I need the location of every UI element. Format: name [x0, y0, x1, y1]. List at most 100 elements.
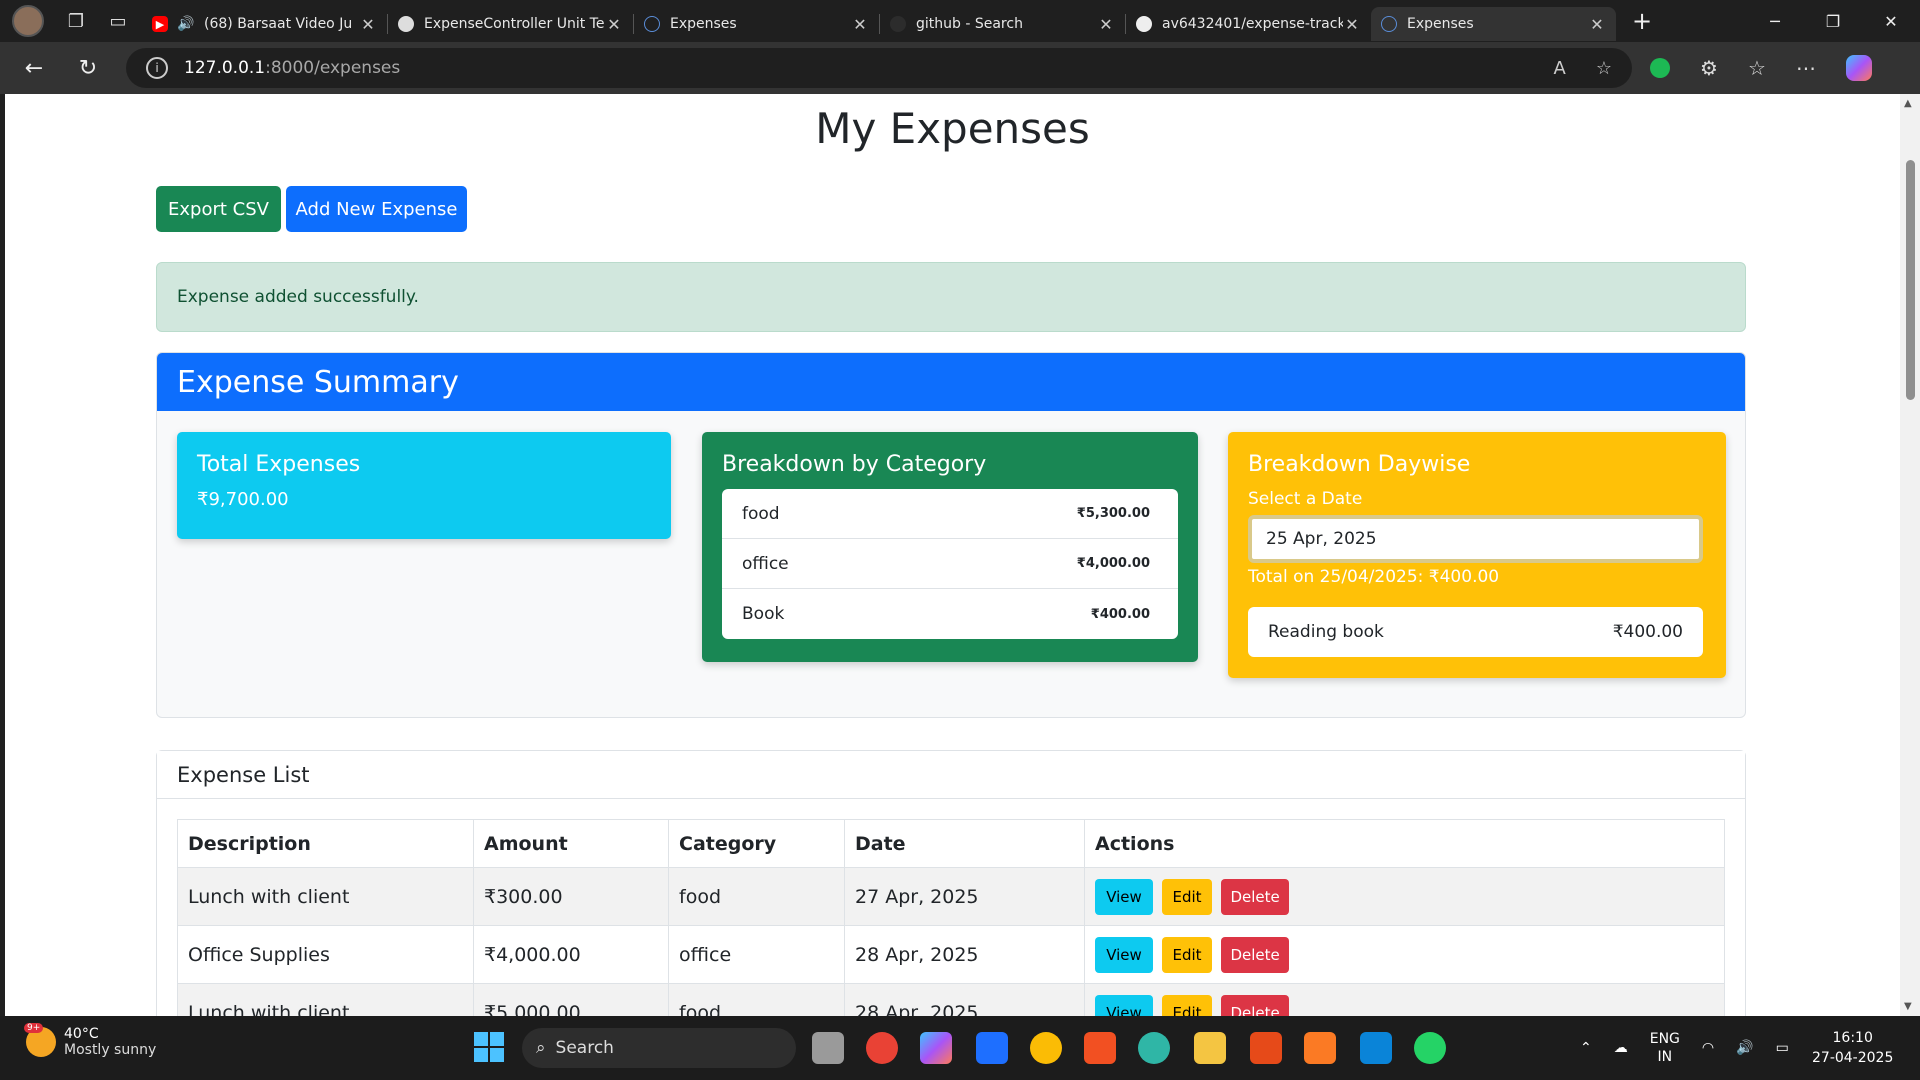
read-aloud-icon[interactable]: A — [1554, 58, 1566, 79]
favorites-icon[interactable]: ☆ — [1748, 56, 1766, 80]
success-alert: Expense added successfully. — [156, 262, 1746, 332]
scroll-up-icon[interactable]: ▲ — [1904, 98, 1912, 109]
view-button[interactable]: View — [1095, 936, 1153, 973]
minimize-icon[interactable]: ─ — [1746, 0, 1804, 42]
category-list: food ₹5,300.00 office ₹4,000.00 Book ₹40… — [722, 489, 1178, 639]
tab-youtube[interactable]: ▶ 🔊 (68) Barsaat Video Ju ✕ — [142, 7, 387, 41]
page-scrollbar[interactable]: ▲ ▼ — [1900, 94, 1920, 1016]
total-expenses-title: Total Expenses — [197, 452, 361, 477]
profile-avatar[interactable] — [12, 5, 44, 37]
wifi-icon[interactable]: ◠ — [1702, 1040, 1714, 1056]
taskbar-search[interactable]: ⌕ Search — [522, 1028, 796, 1068]
scroll-down-icon[interactable]: ▼ — [1904, 1001, 1912, 1012]
system-tray: ⌃ ☁ ENG IN ◠ 🔊 ▭ — [1580, 1016, 1789, 1080]
clock[interactable]: 16:10 27-04-2025 — [1812, 1028, 1893, 1068]
close-tab-icon[interactable]: ✕ — [851, 15, 869, 34]
list-item: office ₹4,000.00 — [722, 539, 1178, 589]
youtube-icon: ▶ — [152, 16, 168, 32]
more-options-icon[interactable]: ⋯ — [1796, 56, 1816, 80]
favorite-star-icon[interactable]: ☆ — [1596, 58, 1612, 79]
add-expense-button[interactable]: Add New Expense — [286, 186, 467, 232]
view-button[interactable]: View — [1095, 878, 1153, 915]
openai-icon — [398, 16, 414, 32]
edit-button[interactable]: Edit — [1162, 878, 1213, 915]
copilot-icon[interactable] — [1845, 55, 1872, 81]
store-icon[interactable] — [1084, 1032, 1116, 1064]
delete-button[interactable]: Delete — [1221, 936, 1290, 973]
tab-actions-icon[interactable]: ▭ — [100, 3, 136, 39]
edge-icon[interactable] — [1138, 1032, 1170, 1064]
category-breakdown-card: Breakdown by Category food ₹5,300.00 off… — [702, 432, 1198, 662]
workspaces-icon[interactable]: ❐ — [58, 3, 94, 39]
delete-button[interactable]: Delete — [1221, 994, 1290, 1016]
close-tab-icon[interactable]: ✕ — [1588, 15, 1606, 34]
total-expenses-value: ₹9,700.00 — [197, 489, 289, 510]
browser-toolbar: ← ↻ i 127.0.0.1:8000/expenses A ☆ ⚙ ☆ ⋯ — [0, 42, 1920, 94]
battery-icon[interactable]: ▭ — [1776, 1040, 1789, 1056]
edit-button[interactable]: Edit — [1162, 994, 1213, 1016]
close-tab-icon[interactable]: ✕ — [605, 15, 623, 34]
language-indicator[interactable]: ENG IN — [1650, 1030, 1680, 1066]
restore-icon[interactable]: ❐ — [1804, 0, 1862, 42]
close-tab-icon[interactable]: ✕ — [1097, 15, 1115, 34]
chrome-profile-icon[interactable] — [866, 1032, 898, 1064]
scroll-thumb[interactable] — [1906, 160, 1915, 400]
address-bar[interactable]: i 127.0.0.1:8000/expenses A ☆ — [126, 48, 1632, 88]
expense-table: Description Amount Category Date Actions… — [177, 819, 1725, 1016]
url-host: 127.0.0.1 — [184, 58, 266, 78]
extensions-puzzle-icon[interactable]: ⚙ — [1700, 56, 1718, 80]
speaker-icon[interactable]: 🔊 — [177, 16, 194, 32]
new-tab-button[interactable]: + — [1622, 4, 1662, 38]
tab-github-repo[interactable]: av6432401/expense-track ✕ — [1126, 7, 1371, 41]
refresh-icon[interactable]: ↻ — [68, 48, 108, 88]
category-breakdown-title: Breakdown by Category — [722, 452, 987, 477]
whatsapp-icon[interactable] — [1414, 1032, 1446, 1064]
close-tab-icon[interactable]: ✕ — [1343, 15, 1361, 34]
column-header: Actions — [1084, 819, 1725, 868]
search-icon — [890, 16, 906, 32]
column-header: Date — [844, 819, 1085, 868]
xampp-icon[interactable] — [1304, 1032, 1336, 1064]
page-title: My Expenses — [815, 104, 1090, 153]
writer-app-icon[interactable] — [976, 1032, 1008, 1064]
weather-desc: Mostly sunny — [64, 1042, 157, 1058]
weather-widget[interactable]: 9+ 40°C Mostly sunny — [24, 1023, 157, 1058]
window-controls: ─ ❐ ✕ — [1746, 0, 1920, 42]
close-window-icon[interactable]: ✕ — [1862, 0, 1920, 42]
tab-expenses-1[interactable]: Expenses ✕ — [634, 7, 879, 41]
browser-tab-strip: ❐ ▭ ▶ 🔊 (68) Barsaat Video Ju ✕ ExpenseC… — [0, 0, 1920, 42]
list-item: Book ₹400.00 — [742, 604, 1150, 624]
table-row: Office Supplies ₹4,000.00 office 28 Apr,… — [177, 925, 1725, 984]
date-input[interactable]: 25 Apr, 2025 — [1248, 515, 1703, 563]
view-button[interactable]: View — [1095, 994, 1153, 1016]
close-tab-icon[interactable]: ✕ — [359, 15, 377, 34]
react-icon — [644, 16, 660, 32]
task-view-icon[interactable] — [812, 1032, 844, 1064]
tab-expenses-active[interactable]: Expenses ✕ — [1371, 7, 1616, 41]
extension-icon[interactable] — [1650, 58, 1670, 78]
search-label: Search — [555, 1038, 614, 1058]
column-header: Description — [177, 819, 474, 868]
vscode-icon[interactable] — [1360, 1032, 1392, 1064]
expenses-page: My Expenses Export CSV Add New Expense E… — [5, 94, 1900, 1016]
copilot-app-icon[interactable] — [920, 1032, 952, 1064]
tab-expensecontroller[interactable]: ExpenseController Unit Te ✕ — [388, 7, 633, 41]
export-csv-button[interactable]: Export CSV — [156, 186, 281, 232]
table-row: Lunch with client ₹5,000.00 food 28 Apr,… — [177, 983, 1725, 1016]
tab-github-search[interactable]: github - Search ✕ — [880, 7, 1125, 41]
windows-taskbar: 9+ 40°C Mostly sunny ⌕ Search ⌃ ☁ ENG IN… — [0, 1016, 1920, 1080]
volume-icon[interactable]: 🔊 — [1736, 1040, 1753, 1056]
windows-start-icon[interactable] — [474, 1032, 504, 1062]
delete-button[interactable]: Delete — [1221, 878, 1290, 915]
wps-office-icon[interactable] — [1250, 1032, 1282, 1064]
edit-button[interactable]: Edit — [1162, 936, 1213, 973]
site-info-icon[interactable]: i — [146, 57, 168, 79]
total-expenses-card: Total Expenses ₹9,700.00 — [177, 432, 671, 539]
chevron-up-icon[interactable]: ⌃ — [1580, 1040, 1592, 1056]
chrome-icon[interactable] — [1030, 1032, 1062, 1064]
onedrive-icon[interactable]: ☁ — [1614, 1040, 1628, 1056]
alert-text: Expense added successfully. — [177, 287, 419, 307]
notification-badge: 9+ — [24, 1023, 44, 1033]
file-explorer-icon[interactable] — [1194, 1032, 1226, 1064]
back-arrow-icon[interactable]: ← — [14, 48, 54, 88]
